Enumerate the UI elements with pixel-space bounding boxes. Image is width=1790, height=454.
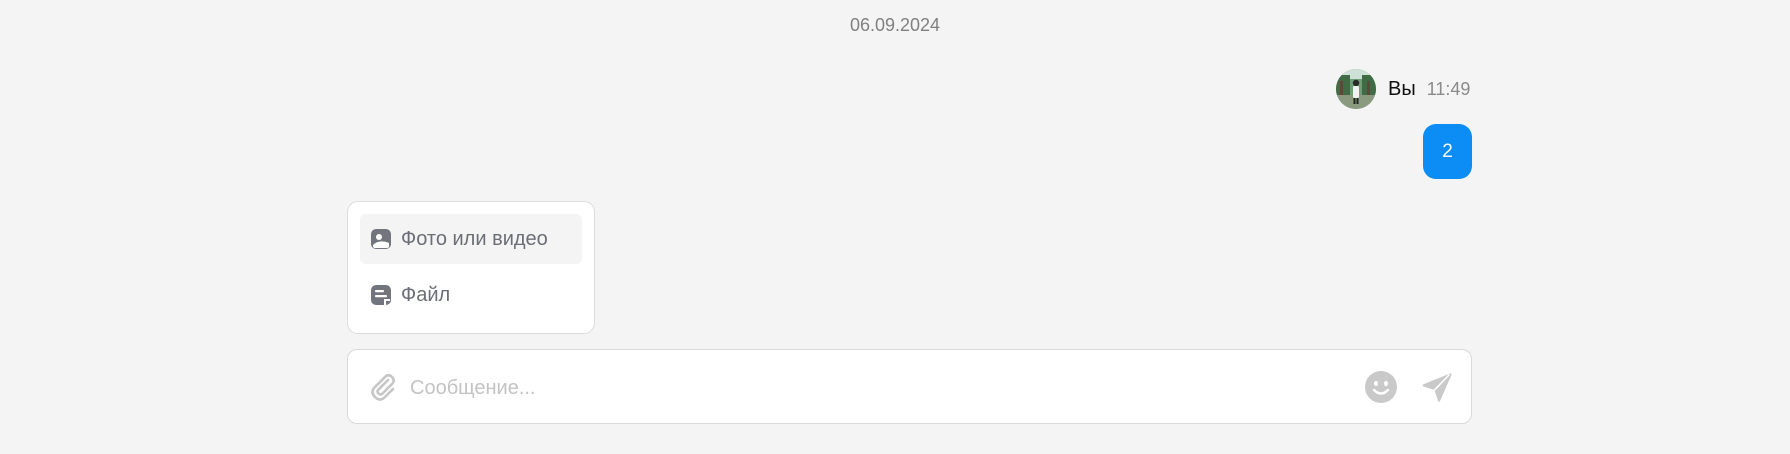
attach-button[interactable] xyxy=(366,370,400,404)
avatar[interactable] xyxy=(1336,69,1376,109)
photo-video-icon xyxy=(370,228,392,250)
send-button[interactable] xyxy=(1420,370,1454,404)
file-icon xyxy=(370,284,392,306)
emoji-icon xyxy=(1364,370,1398,404)
send-icon xyxy=(1421,371,1453,403)
message-composer xyxy=(347,349,1472,424)
paperclip-icon xyxy=(368,371,398,403)
menu-item-label: Файл xyxy=(401,283,451,306)
chat-view: 06.09.2024 Вы 11:49 2 Фото или видео Фай… xyxy=(0,0,1790,454)
emoji-button[interactable] xyxy=(1364,370,1398,404)
message-author: Вы xyxy=(1388,77,1416,100)
message-time: 11:49 xyxy=(1426,78,1471,99)
message-header: Вы 11:49 xyxy=(1336,69,1470,109)
menu-item-label: Фото или видео xyxy=(401,227,548,250)
message-bubble[interactable]: 2 xyxy=(1423,124,1472,179)
menu-item-file[interactable]: Файл xyxy=(360,270,582,320)
menu-item-photo-video[interactable]: Фото или видео xyxy=(360,214,582,264)
attach-menu: Фото или видео Файл xyxy=(347,201,595,334)
date-separator: 06.09.2024 xyxy=(849,15,941,35)
message-input[interactable] xyxy=(408,368,1372,408)
